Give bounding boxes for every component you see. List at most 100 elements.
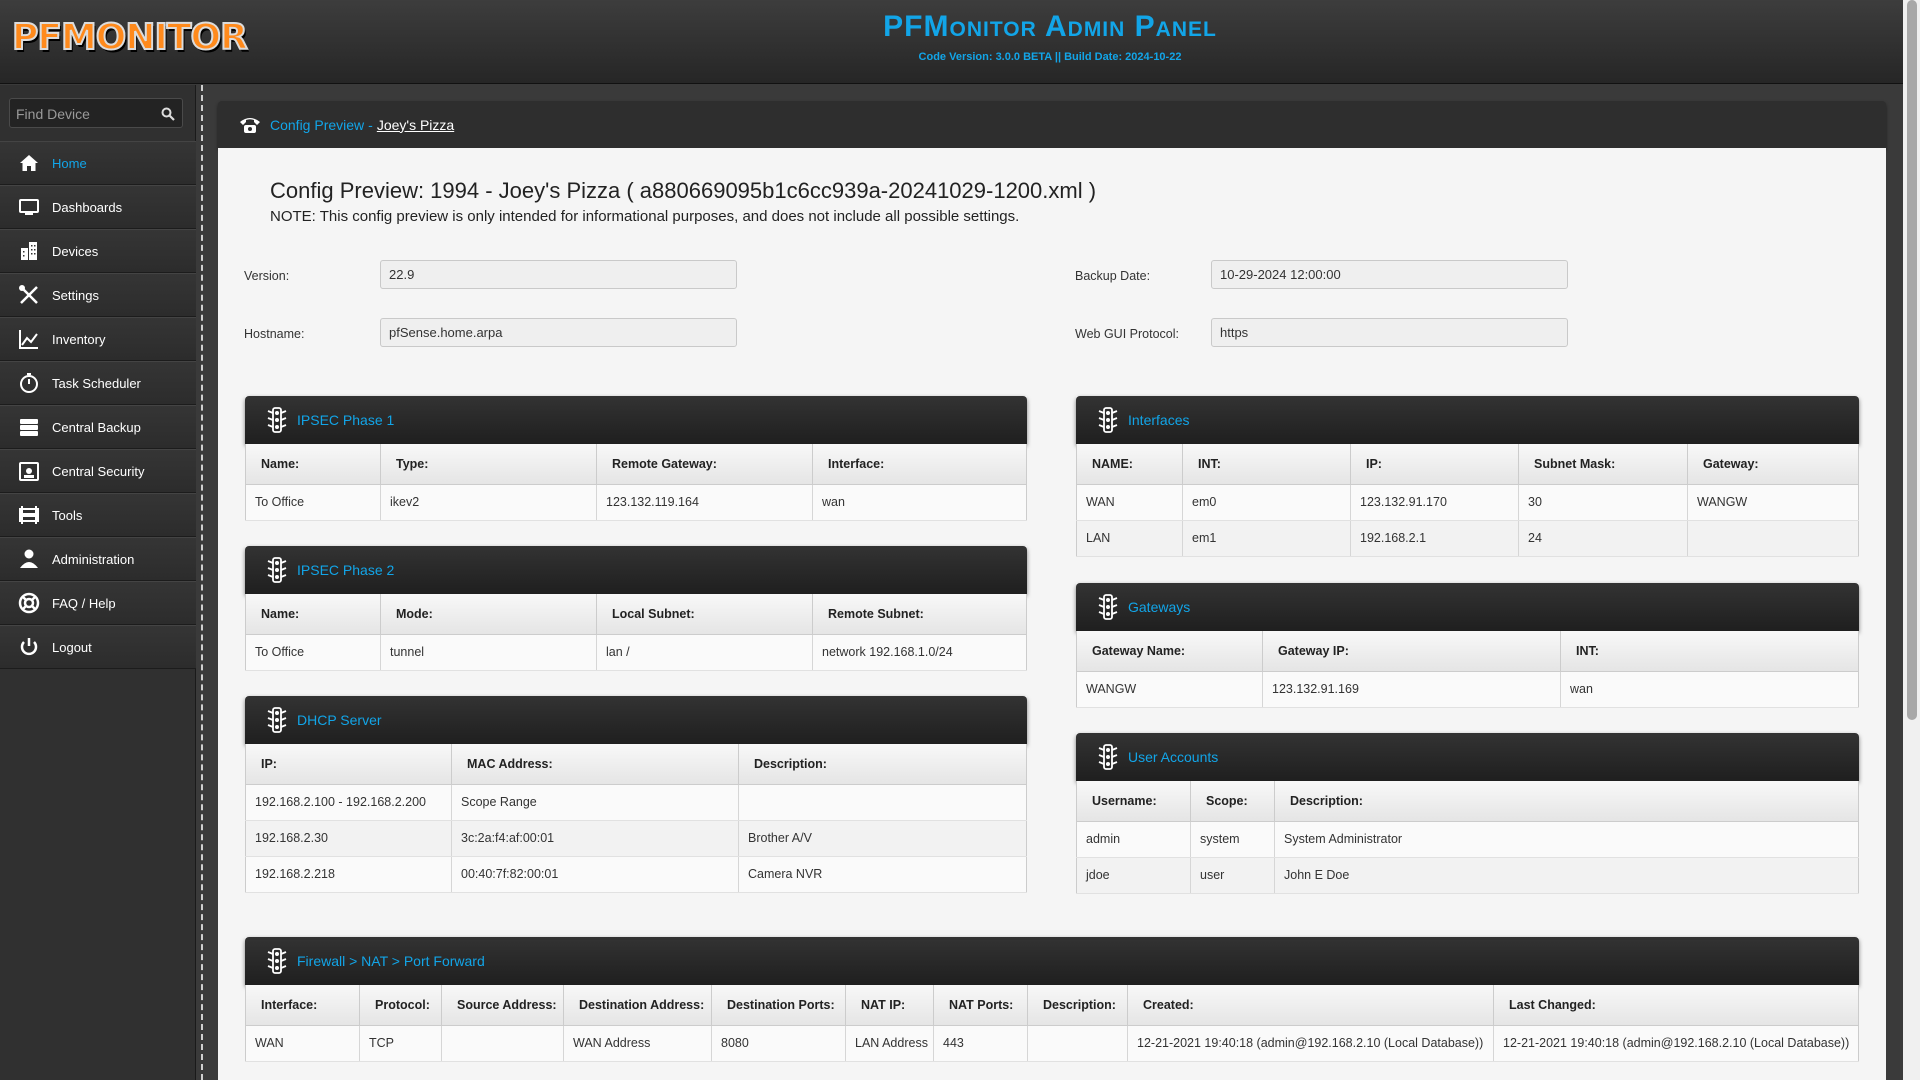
column-header[interactable]: Type: bbox=[380, 444, 597, 485]
table-cell: System Administrator bbox=[1274, 821, 1859, 858]
column-header[interactable]: Scope: bbox=[1190, 781, 1275, 822]
table-row: WANGW 123.132.91.169 wan bbox=[1076, 671, 1859, 708]
column-header[interactable]: Username: bbox=[1076, 781, 1191, 822]
column-header[interactable]: Name: bbox=[245, 444, 381, 485]
panel-title: IPSEC Phase 2 bbox=[297, 562, 395, 578]
sidebar-item-central-backup[interactable]: Central Backup bbox=[0, 405, 196, 449]
column-header[interactable]: Description: bbox=[738, 744, 1027, 785]
sidebar-item-home[interactable]: Home bbox=[0, 141, 196, 185]
sidebar-item-central-security[interactable]: Central Security bbox=[0, 449, 196, 493]
column-header[interactable]: IP: bbox=[1350, 444, 1519, 485]
find-device-input[interactable] bbox=[16, 105, 156, 122]
tools-icon bbox=[18, 284, 40, 306]
column-header[interactable]: Mode: bbox=[380, 594, 597, 635]
table-row: jdoe user John E Doe bbox=[1076, 857, 1859, 894]
column-header[interactable]: Local Subnet: bbox=[596, 594, 813, 635]
column-header[interactable]: Last Changed: bbox=[1493, 985, 1859, 1026]
sidebar-item-tools[interactable]: Tools bbox=[0, 493, 196, 537]
table-cell: WAN bbox=[245, 1025, 360, 1062]
table-cell: Camera NVR bbox=[738, 856, 1027, 893]
breadcrumb-device-link[interactable]: Joey's Pizza bbox=[377, 117, 454, 133]
column-header[interactable]: Gateway: bbox=[1687, 444, 1859, 485]
table-cell: WAN Address bbox=[563, 1025, 712, 1062]
panel-header: Interfaces bbox=[1076, 396, 1859, 444]
table-row: admin system System Administrator bbox=[1076, 821, 1859, 858]
column-header[interactable]: Interface: bbox=[812, 444, 1027, 485]
table-cell: 00:40:7f:82:00:01 bbox=[451, 856, 739, 893]
sidebar-item-task-scheduler[interactable]: Task Scheduler bbox=[0, 361, 196, 405]
traffic-light-icon bbox=[267, 557, 287, 583]
column-header[interactable]: Name: bbox=[245, 594, 381, 635]
dhcp-server-panel: DHCP Server IP: MAC Address: Description… bbox=[245, 696, 1027, 893]
sidebar-item-label: Inventory bbox=[52, 331, 106, 347]
panel-header: DHCP Server bbox=[245, 696, 1027, 744]
sidebar-item-faq-help[interactable]: FAQ / Help bbox=[0, 581, 196, 625]
column-header[interactable]: Destination Address: bbox=[563, 985, 712, 1026]
sidebar-item-inventory[interactable]: Inventory bbox=[0, 317, 196, 361]
column-header[interactable]: NAME: bbox=[1076, 444, 1183, 485]
column-header[interactable]: INT: bbox=[1560, 631, 1859, 672]
hostname-field[interactable]: pfSense.home.arpa bbox=[380, 318, 737, 347]
search-icon[interactable] bbox=[161, 107, 175, 121]
table-cell: 192.168.2.1 bbox=[1350, 520, 1519, 557]
top-header: PFMONITOR PFMonitor Admin Panel Code Ver… bbox=[0, 0, 1903, 84]
breadcrumb-config-preview-link[interactable]: Config Preview bbox=[270, 117, 364, 133]
sidebar-item-administration[interactable]: Administration bbox=[0, 537, 196, 581]
table-cell: 192.168.2.30 bbox=[245, 820, 452, 857]
sidebar-item-dashboards[interactable]: Dashboards bbox=[0, 185, 196, 229]
backup-date-label: Backup Date: bbox=[1075, 269, 1151, 283]
table-row: To Office ikev2 123.132.119.164 wan bbox=[245, 484, 1027, 521]
hostname-label: Hostname: bbox=[244, 327, 305, 341]
column-header[interactable]: Protocol: bbox=[359, 985, 442, 1026]
sidebar-item-devices[interactable]: Devices bbox=[0, 229, 196, 273]
column-header[interactable]: IP: bbox=[245, 744, 452, 785]
column-header[interactable]: INT: bbox=[1182, 444, 1351, 485]
table-row: To Office tunnel lan / network 192.168.1… bbox=[245, 634, 1027, 671]
column-header[interactable]: NAT IP: bbox=[845, 985, 934, 1026]
panel-title: Gateways bbox=[1128, 599, 1191, 615]
scrollbar-thumb[interactable] bbox=[1907, 0, 1917, 720]
column-header[interactable]: Subnet Mask: bbox=[1518, 444, 1688, 485]
table-cell: 123.132.91.169 bbox=[1262, 671, 1561, 708]
column-header[interactable]: Interface: bbox=[245, 985, 360, 1026]
interfaces-panel: Interfaces NAME: INT: IP: Subnet Mask: G… bbox=[1076, 396, 1859, 557]
table-row: 192.168.2.100 - 192.168.2.200 Scope Rang… bbox=[245, 784, 1027, 821]
page-title: Config Preview: 1994 - Joey's Pizza ( a8… bbox=[270, 178, 1097, 203]
sidebar-item-label: Settings bbox=[52, 287, 99, 303]
version-field[interactable]: 22.9 bbox=[380, 260, 737, 289]
column-header[interactable]: Gateway IP: bbox=[1262, 631, 1561, 672]
column-header[interactable]: Gateway Name: bbox=[1076, 631, 1263, 672]
table-cell: 30 bbox=[1518, 484, 1688, 521]
column-header[interactable]: Description: bbox=[1027, 985, 1128, 1026]
table-row: LAN em1 192.168.2.1 24 bbox=[1076, 520, 1859, 557]
column-header[interactable]: Source Address: bbox=[441, 985, 564, 1026]
panel-header: IPSEC Phase 1 bbox=[245, 396, 1027, 444]
column-header[interactable]: Remote Gateway: bbox=[596, 444, 813, 485]
column-header[interactable]: MAC Address: bbox=[451, 744, 739, 785]
page-note: NOTE: This config preview is only intend… bbox=[270, 208, 1020, 225]
web-gui-protocol-label: Web GUI Protocol: bbox=[1075, 327, 1179, 341]
column-header[interactable]: Created: bbox=[1127, 985, 1494, 1026]
page-scrollbar[interactable] bbox=[1903, 0, 1920, 1080]
column-header[interactable]: Destination Ports: bbox=[711, 985, 846, 1026]
column-header[interactable]: Remote Subnet: bbox=[812, 594, 1027, 635]
table-cell: 8080 bbox=[711, 1025, 846, 1062]
app-title: PFMonitor Admin Panel bbox=[883, 10, 1217, 43]
panel-header: Gateways bbox=[1076, 583, 1859, 631]
ipsec-phase1-panel: IPSEC Phase 1 Name: Type: Remote Gateway… bbox=[245, 396, 1027, 521]
sidebar-item-settings[interactable]: Settings bbox=[0, 273, 196, 317]
web-gui-protocol-field[interactable]: https bbox=[1211, 318, 1568, 347]
traffic-light-icon bbox=[1098, 407, 1118, 433]
panel-title: DHCP Server bbox=[297, 712, 382, 728]
app-version-info: Code Version: 3.0.0 BETA || Build Date: … bbox=[918, 51, 1182, 63]
table-cell bbox=[1027, 1025, 1128, 1062]
table-cell: To Office bbox=[245, 634, 381, 671]
nat-port-forward-table: Interface: Protocol: Source Address: Des… bbox=[245, 985, 1859, 1062]
column-header[interactable]: NAT Ports: bbox=[933, 985, 1028, 1026]
backup-date-field[interactable]: 10-29-2024 12:00:00 bbox=[1211, 260, 1568, 289]
sidebar-item-label: FAQ / Help bbox=[52, 595, 116, 611]
sidebar-item-logout[interactable]: Logout bbox=[0, 625, 196, 669]
sidebar-item-label: Central Security bbox=[52, 463, 145, 479]
find-device-search[interactable] bbox=[9, 98, 183, 128]
column-header[interactable]: Description: bbox=[1274, 781, 1859, 822]
